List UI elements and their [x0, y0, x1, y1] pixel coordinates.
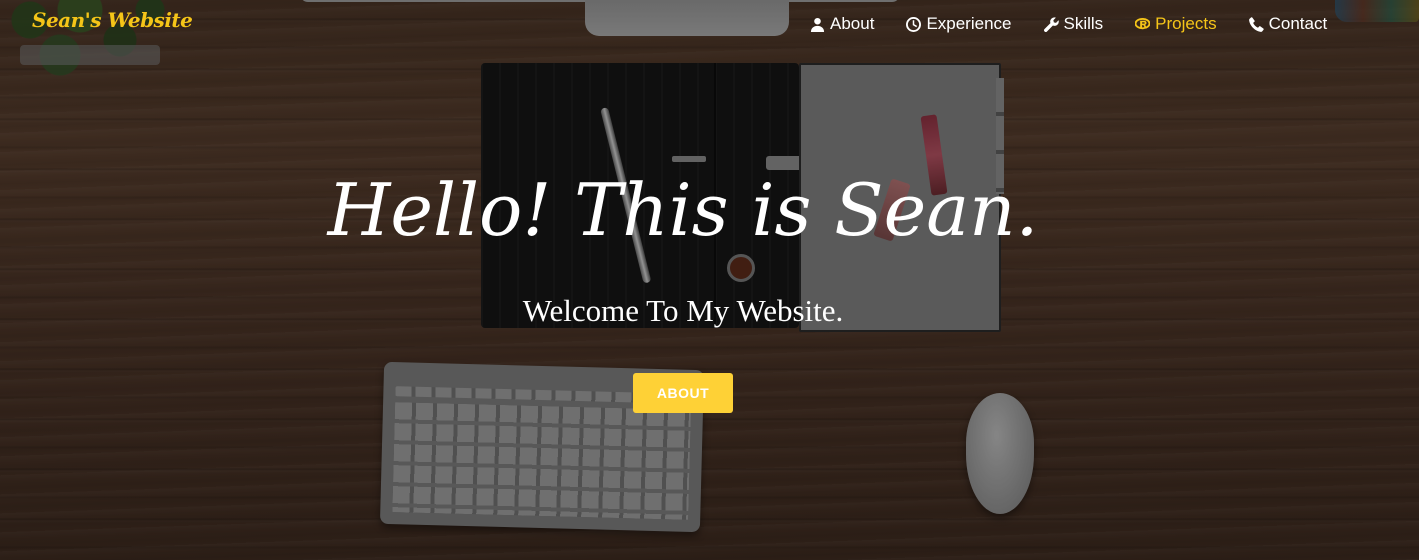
nav-label: About — [830, 14, 875, 33]
nav-label: Experience — [926, 14, 1012, 33]
nav-item-experience[interactable]: Experience — [906, 14, 1012, 34]
brand-logo[interactable]: Sean's Website — [32, 8, 193, 32]
hero-section — [0, 0, 1419, 560]
about-button[interactable]: ABOUT — [633, 373, 733, 413]
nav-item-contact[interactable]: Contact — [1248, 14, 1328, 34]
clock-icon — [906, 16, 922, 32]
nav-item-about[interactable]: About — [810, 14, 874, 34]
nav-label: Contact — [1268, 14, 1328, 33]
main-nav: About Experience Skills Projects Contact — [810, 14, 1327, 34]
wrench-icon — [1043, 16, 1059, 32]
nav-label: Skills — [1063, 14, 1104, 33]
hero-title: Hello! This is Sean. — [327, 168, 1039, 252]
nav-label: Projects — [1155, 14, 1217, 33]
nav-item-projects[interactable]: Projects — [1135, 14, 1217, 34]
phone-icon — [1248, 16, 1264, 32]
background-overlay — [0, 0, 1419, 560]
r-project-icon — [1135, 17, 1151, 29]
user-icon — [810, 17, 825, 32]
nav-item-skills[interactable]: Skills — [1043, 14, 1104, 34]
hero-subtitle: Welcome To My Website. — [522, 293, 844, 328]
